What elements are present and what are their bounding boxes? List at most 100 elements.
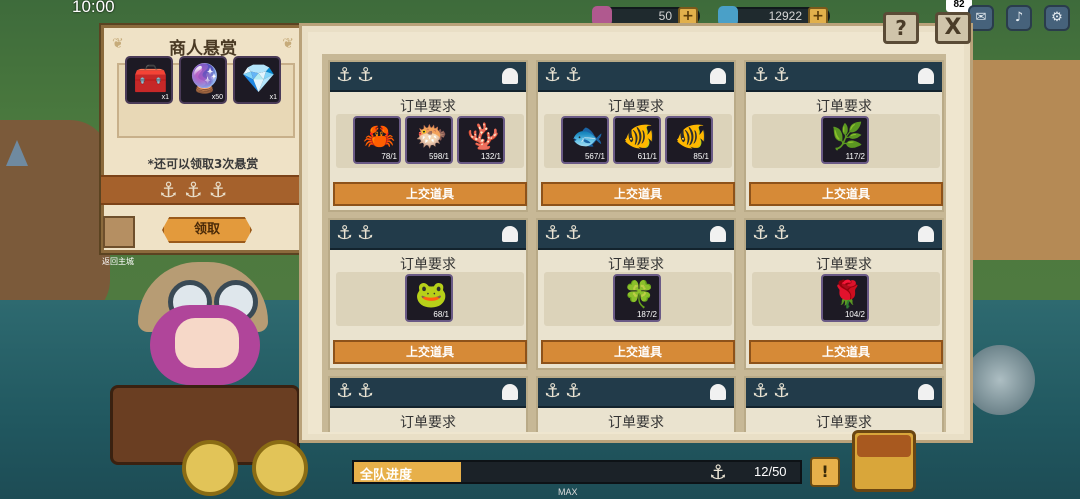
bell-icon[interactable] bbox=[918, 384, 934, 400]
order-item-slot[interactable]: 🦀 78/1 bbox=[353, 116, 401, 164]
pink-coral-icon: 🪸 bbox=[467, 122, 500, 152]
item-count: 598/1 bbox=[428, 152, 449, 161]
bell-icon[interactable] bbox=[502, 384, 518, 400]
order-item-slot[interactable]: 🐠 611/1 bbox=[613, 116, 661, 164]
submit-items-button[interactable]: 上交道具 bbox=[749, 182, 943, 206]
bell-icon[interactable] bbox=[710, 68, 726, 84]
anchor-icons: ⚓⚓ bbox=[752, 64, 795, 86]
anchor-icons: ⚓⚓ bbox=[544, 222, 587, 244]
bell-icon[interactable] bbox=[918, 68, 934, 84]
bell-icon[interactable] bbox=[502, 68, 518, 84]
return-city-button[interactable] bbox=[103, 216, 135, 248]
order-card: ⚓⚓ 订单要求 🌿 117/2 上交道具 bbox=[744, 60, 944, 212]
order-title: 订单要求 bbox=[816, 257, 872, 273]
close-button[interactable]: X bbox=[935, 12, 971, 44]
order-card: ⚓⚓ 订单要求 bbox=[536, 376, 736, 432]
green-plant-icon: 🌿 bbox=[831, 122, 864, 152]
add-gems-button[interactable]: + bbox=[678, 7, 698, 27]
order-item-slot[interactable]: 🍀 187/2 bbox=[613, 274, 661, 322]
order-item-slot[interactable]: 🌹 104/2 bbox=[821, 274, 869, 322]
brown-fish-icon: 🐟 bbox=[571, 122, 604, 152]
help-button[interactable]: ? bbox=[883, 12, 919, 44]
anchor-icons: ⚓⚓ bbox=[336, 64, 379, 86]
submit-items-button[interactable]: 上交道具 bbox=[541, 340, 735, 364]
order-slot-box: 🍀 187/2 bbox=[544, 272, 732, 326]
reward-qty: x50 bbox=[211, 94, 223, 101]
blue-gem-icon: 💎 bbox=[241, 62, 276, 95]
order-title: 订单要求 bbox=[608, 257, 664, 273]
order-card: ⚓⚓ 订单要求 bbox=[744, 376, 944, 432]
submit-items-button[interactable]: 上交道具 bbox=[333, 182, 527, 206]
currency-value: 12922 bbox=[768, 9, 802, 23]
reward-slot[interactable]: 💎 x1 bbox=[233, 56, 281, 104]
progress-label: 全队进度 bbox=[360, 468, 413, 483]
submit-items-button[interactable]: 上交道具 bbox=[541, 182, 735, 206]
order-item-slot[interactable]: 🐡 598/1 bbox=[405, 116, 453, 164]
order-card: ⚓⚓ 订单要求 bbox=[328, 376, 528, 432]
order-grid: ⚓⚓ 订单要求 🦀 78/1 🐡 598/1 🪸 132/1 上交道具 ⚓⚓ 订单要求 🐟 567/1 🐠… bbox=[322, 54, 946, 432]
order-item-slot[interactable]: 🪸 132/1 bbox=[457, 116, 505, 164]
claim-button[interactable]: 领取 bbox=[162, 217, 252, 243]
order-slot-box: 🐸 68/1 bbox=[336, 272, 524, 326]
order-board: ⚓⚓ 订单要求 🦀 78/1 🐡 598/1 🪸 132/1 上交道具 ⚓⚓ 订单要求 🐟 567/1 🐠… bbox=[302, 26, 970, 440]
bell-icon[interactable] bbox=[710, 226, 726, 242]
order-card: ⚓⚓ 订单要求 🐸 68/1 上交道具 bbox=[328, 218, 528, 370]
anchor-band: ⚓⚓⚓ bbox=[101, 175, 308, 205]
pufferfish-icon: 🐡 bbox=[415, 122, 448, 152]
goldfish-icon: 🐠 bbox=[623, 122, 656, 152]
order-title: 订单要求 bbox=[816, 415, 872, 431]
progress-reward-chest[interactable] bbox=[852, 430, 916, 492]
chest-lid bbox=[857, 435, 911, 457]
order-header: ⚓⚓ bbox=[330, 378, 526, 408]
order-title: 订单要求 bbox=[400, 99, 456, 115]
reward-slot[interactable]: 🔮 x50 bbox=[179, 56, 227, 104]
order-card: ⚓⚓ 订单要求 🌹 104/2 上交道具 bbox=[744, 218, 944, 370]
order-slot-box: 🐟 567/1 🐠 611/1 🐠 85/1 bbox=[544, 114, 732, 168]
progress-count: 12/50 bbox=[754, 464, 787, 479]
order-header: ⚓⚓ bbox=[538, 62, 734, 92]
order-title: 订单要求 bbox=[608, 415, 664, 431]
orange-fish-icon: 🐠 bbox=[675, 122, 708, 152]
cart-wheel bbox=[252, 440, 308, 496]
pink-gem-icon bbox=[592, 6, 612, 26]
treasure-chest-icon: 🧰 bbox=[133, 62, 168, 95]
order-item-slot[interactable]: 🌿 117/2 bbox=[821, 116, 869, 164]
reward-qty: x1 bbox=[269, 94, 277, 101]
anchor-icons: ⚓⚓ bbox=[544, 64, 587, 86]
status-time: 10:00 bbox=[72, 0, 115, 16]
blue-gem-icon bbox=[718, 6, 738, 26]
max-label: MAX bbox=[558, 487, 578, 497]
mail-icon[interactable]: ✉ bbox=[968, 5, 994, 31]
add-coins-button[interactable]: + bbox=[808, 7, 828, 27]
order-header: ⚓⚓ bbox=[746, 378, 942, 408]
order-title: 订单要求 bbox=[400, 257, 456, 273]
settings-gear-icon[interactable]: ⚙ bbox=[1044, 5, 1070, 31]
joystick[interactable] bbox=[965, 345, 1035, 415]
progress-info-icon[interactable]: ! bbox=[810, 457, 840, 487]
sound-icon[interactable]: ♪ bbox=[1006, 5, 1032, 31]
order-slot-box: 🌹 104/2 bbox=[752, 272, 940, 326]
item-count: 611/1 bbox=[637, 152, 657, 161]
order-item-slot[interactable]: 🐸 68/1 bbox=[405, 274, 453, 322]
order-slot-box: 🦀 78/1 🐡 598/1 🪸 132/1 bbox=[336, 114, 524, 168]
anchor-icons: ⚓⚓ bbox=[544, 380, 587, 402]
order-header: ⚓⚓ bbox=[538, 220, 734, 250]
order-item-slot[interactable]: 🐠 85/1 bbox=[665, 116, 713, 164]
order-slot-box: 🌿 117/2 bbox=[752, 114, 940, 168]
currency-gems: 50 + bbox=[592, 6, 700, 27]
item-count: 567/1 bbox=[584, 152, 605, 161]
bell-icon[interactable] bbox=[502, 226, 518, 242]
anchor-icons: ⚓⚓ bbox=[336, 380, 379, 402]
order-item-slot[interactable]: 🐟 567/1 bbox=[561, 116, 609, 164]
order-header: ⚓⚓ bbox=[538, 378, 734, 408]
character-face bbox=[175, 318, 239, 368]
crystal-cluster-icon: 🔮 bbox=[187, 62, 222, 95]
item-count: 78/1 bbox=[381, 152, 397, 161]
bell-icon[interactable] bbox=[918, 226, 934, 242]
reward-slot[interactable]: 🧰 x1 bbox=[125, 56, 173, 104]
submit-items-button[interactable]: 上交道具 bbox=[333, 340, 527, 364]
bell-icon[interactable] bbox=[710, 384, 726, 400]
reward-qty: x1 bbox=[161, 94, 169, 101]
green-frog-icon: 🐸 bbox=[415, 280, 448, 310]
submit-items-button[interactable]: 上交道具 bbox=[749, 340, 943, 364]
